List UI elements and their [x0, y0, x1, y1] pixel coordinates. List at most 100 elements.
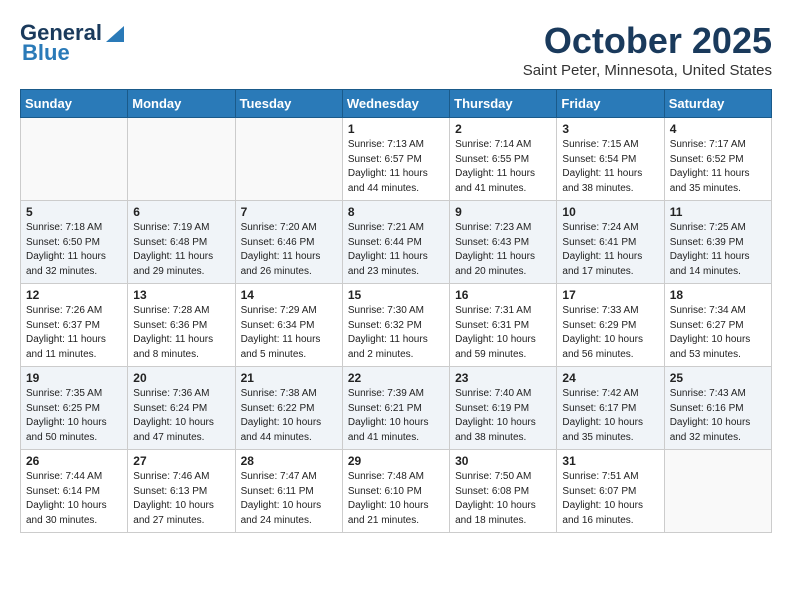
logo-arrow-icon — [104, 22, 126, 44]
day-info: Sunrise: 7:18 AM Sunset: 6:50 PM Dayligh… — [26, 221, 122, 279]
day-info: Sunrise: 7:36 AM Sunset: 6:24 PM Dayligh… — [133, 387, 229, 445]
day-number: 21 — [241, 371, 337, 385]
day-number: 27 — [133, 454, 229, 468]
table-row: 14 Sunrise: 7:29 AM Sunset: 6:34 PM Dayli… — [235, 284, 342, 367]
day-number: 3 — [562, 122, 658, 136]
day-number: 12 — [26, 288, 122, 302]
table-row: 7 Sunrise: 7:20 AM Sunset: 6:46 PM Daylig… — [235, 201, 342, 284]
table-row: 26 Sunrise: 7:44 AM Sunset: 6:14 PM Dayli… — [21, 450, 128, 533]
table-row — [21, 118, 128, 201]
table-row: 16Sunrise: 7:31 AM Sunset: 6:31 PM Dayli… — [450, 284, 557, 367]
day-number: 2 — [455, 122, 551, 136]
day-info: Sunrise: 7:29 AM Sunset: 6:34 PM Dayligh… — [241, 304, 337, 362]
day-number: 19 — [26, 371, 122, 385]
day-number: 10 — [562, 205, 658, 219]
day-number: 14 — [241, 288, 337, 302]
day-number: 25 — [670, 371, 766, 385]
col-monday: Monday — [128, 90, 235, 118]
col-friday: Friday — [557, 90, 664, 118]
table-row: 23Sunrise: 7:40 AM Sunset: 6:19 PM Dayli… — [450, 367, 557, 450]
day-info: Sunrise: 7:15 AM Sunset: 6:54 PM Dayligh… — [562, 138, 658, 196]
day-info: Sunrise: 7:38 AM Sunset: 6:22 PM Dayligh… — [241, 387, 337, 445]
table-row: 25 Sunrise: 7:43 AM Sunset: 6:16 PM Dayli… — [664, 367, 771, 450]
day-number: 6 — [133, 205, 229, 219]
day-number: 1 — [348, 122, 444, 136]
day-info: Sunrise: 7:35 AM Sunset: 6:25 PM Dayligh… — [26, 387, 122, 445]
table-row — [128, 118, 235, 201]
table-row: 5 Sunrise: 7:18 AM Sunset: 6:50 PM Daylig… — [21, 201, 128, 284]
calendar-week-row: 1 Sunrise: 7:13 AM Sunset: 6:57 PM Daylig… — [21, 118, 772, 201]
day-info: Sunrise: 7:40 AM Sunset: 6:19 PM Dayligh… — [455, 387, 551, 445]
table-row: 10Sunrise: 7:24 AM Sunset: 6:41 PM Dayli… — [557, 201, 664, 284]
calendar-week-row: 12 Sunrise: 7:26 AM Sunset: 6:37 PM Dayli… — [21, 284, 772, 367]
day-info: Sunrise: 7:48 AM Sunset: 6:10 PM Dayligh… — [348, 470, 444, 528]
day-number: 4 — [670, 122, 766, 136]
table-row: 17 Sunrise: 7:33 AM Sunset: 6:29 PM Dayli… — [557, 284, 664, 367]
day-number: 17 — [562, 288, 658, 302]
table-row: 2 Sunrise: 7:14 AM Sunset: 6:55 PM Daylig… — [450, 118, 557, 201]
table-row: 20 Sunrise: 7:36 AM Sunset: 6:24 PM Dayli… — [128, 367, 235, 450]
table-row: 1 Sunrise: 7:13 AM Sunset: 6:57 PM Daylig… — [342, 118, 449, 201]
calendar-week-row: 26 Sunrise: 7:44 AM Sunset: 6:14 PM Dayli… — [21, 450, 772, 533]
day-info: Sunrise: 7:26 AM Sunset: 6:37 PM Dayligh… — [26, 304, 122, 362]
col-thursday: Thursday — [450, 90, 557, 118]
month-title: October 2025 — [523, 20, 772, 62]
day-number: 20 — [133, 371, 229, 385]
day-info: Sunrise: 7:30 AM Sunset: 6:32 PM Dayligh… — [348, 304, 444, 362]
table-row: 29 Sunrise: 7:48 AM Sunset: 6:10 PM Dayli… — [342, 450, 449, 533]
day-info: Sunrise: 7:44 AM Sunset: 6:14 PM Dayligh… — [26, 470, 122, 528]
day-number: 26 — [26, 454, 122, 468]
table-row: 11Sunrise: 7:25 AM Sunset: 6:39 PM Dayli… — [664, 201, 771, 284]
table-row: 13Sunrise: 7:28 AM Sunset: 6:36 PM Dayli… — [128, 284, 235, 367]
day-number: 31 — [562, 454, 658, 468]
day-info: Sunrise: 7:23 AM Sunset: 6:43 PM Dayligh… — [455, 221, 551, 279]
day-info: Sunrise: 7:51 AM Sunset: 6:07 PM Dayligh… — [562, 470, 658, 528]
table-row: 24 Sunrise: 7:42 AM Sunset: 6:17 PM Dayli… — [557, 367, 664, 450]
day-number: 7 — [241, 205, 337, 219]
day-info: Sunrise: 7:28 AM Sunset: 6:36 PM Dayligh… — [133, 304, 229, 362]
table-row: 30Sunrise: 7:50 AM Sunset: 6:08 PM Dayli… — [450, 450, 557, 533]
table-row: 3 Sunrise: 7:15 AM Sunset: 6:54 PM Daylig… — [557, 118, 664, 201]
calendar-header-row: Sunday Monday Tuesday Wednesday Thursday… — [21, 90, 772, 118]
day-info: Sunrise: 7:33 AM Sunset: 6:29 PM Dayligh… — [562, 304, 658, 362]
page-header: General Blue October 2025 Saint Peter, M… — [20, 20, 772, 79]
day-number: 8 — [348, 205, 444, 219]
day-info: Sunrise: 7:21 AM Sunset: 6:44 PM Dayligh… — [348, 221, 444, 279]
table-row: 12 Sunrise: 7:26 AM Sunset: 6:37 PM Dayli… — [21, 284, 128, 367]
day-info: Sunrise: 7:39 AM Sunset: 6:21 PM Dayligh… — [348, 387, 444, 445]
day-number: 11 — [670, 205, 766, 219]
day-number: 5 — [26, 205, 122, 219]
day-info: Sunrise: 7:46 AM Sunset: 6:13 PM Dayligh… — [133, 470, 229, 528]
table-row: 18Sunrise: 7:34 AM Sunset: 6:27 PM Dayli… — [664, 284, 771, 367]
day-number: 9 — [455, 205, 551, 219]
table-row — [664, 450, 771, 533]
day-info: Sunrise: 7:50 AM Sunset: 6:08 PM Dayligh… — [455, 470, 551, 528]
title-block: October 2025 Saint Peter, Minnesota, Uni… — [523, 20, 772, 79]
day-number: 15 — [348, 288, 444, 302]
table-row: 8 Sunrise: 7:21 AM Sunset: 6:44 PM Daylig… — [342, 201, 449, 284]
day-info: Sunrise: 7:42 AM Sunset: 6:17 PM Dayligh… — [562, 387, 658, 445]
day-info: Sunrise: 7:20 AM Sunset: 6:46 PM Dayligh… — [241, 221, 337, 279]
col-tuesday: Tuesday — [235, 90, 342, 118]
table-row: 4Sunrise: 7:17 AM Sunset: 6:52 PM Daylig… — [664, 118, 771, 201]
day-info: Sunrise: 7:14 AM Sunset: 6:55 PM Dayligh… — [455, 138, 551, 196]
col-sunday: Sunday — [21, 90, 128, 118]
table-row: 9 Sunrise: 7:23 AM Sunset: 6:43 PM Daylig… — [450, 201, 557, 284]
col-saturday: Saturday — [664, 90, 771, 118]
day-info: Sunrise: 7:43 AM Sunset: 6:16 PM Dayligh… — [670, 387, 766, 445]
logo: General Blue — [20, 20, 126, 66]
table-row: 6Sunrise: 7:19 AM Sunset: 6:48 PM Daylig… — [128, 201, 235, 284]
day-number: 29 — [348, 454, 444, 468]
day-info: Sunrise: 7:34 AM Sunset: 6:27 PM Dayligh… — [670, 304, 766, 362]
table-row: 27 Sunrise: 7:46 AM Sunset: 6:13 PM Dayli… — [128, 450, 235, 533]
day-info: Sunrise: 7:13 AM Sunset: 6:57 PM Dayligh… — [348, 138, 444, 196]
day-number: 28 — [241, 454, 337, 468]
table-row: 31 Sunrise: 7:51 AM Sunset: 6:07 PM Dayli… — [557, 450, 664, 533]
calendar-week-row: 5 Sunrise: 7:18 AM Sunset: 6:50 PM Daylig… — [21, 201, 772, 284]
table-row: 21 Sunrise: 7:38 AM Sunset: 6:22 PM Dayli… — [235, 367, 342, 450]
day-number: 16 — [455, 288, 551, 302]
logo-blue: Blue — [22, 40, 70, 66]
table-row: 22Sunrise: 7:39 AM Sunset: 6:21 PM Dayli… — [342, 367, 449, 450]
day-number: 24 — [562, 371, 658, 385]
day-info: Sunrise: 7:47 AM Sunset: 6:11 PM Dayligh… — [241, 470, 337, 528]
